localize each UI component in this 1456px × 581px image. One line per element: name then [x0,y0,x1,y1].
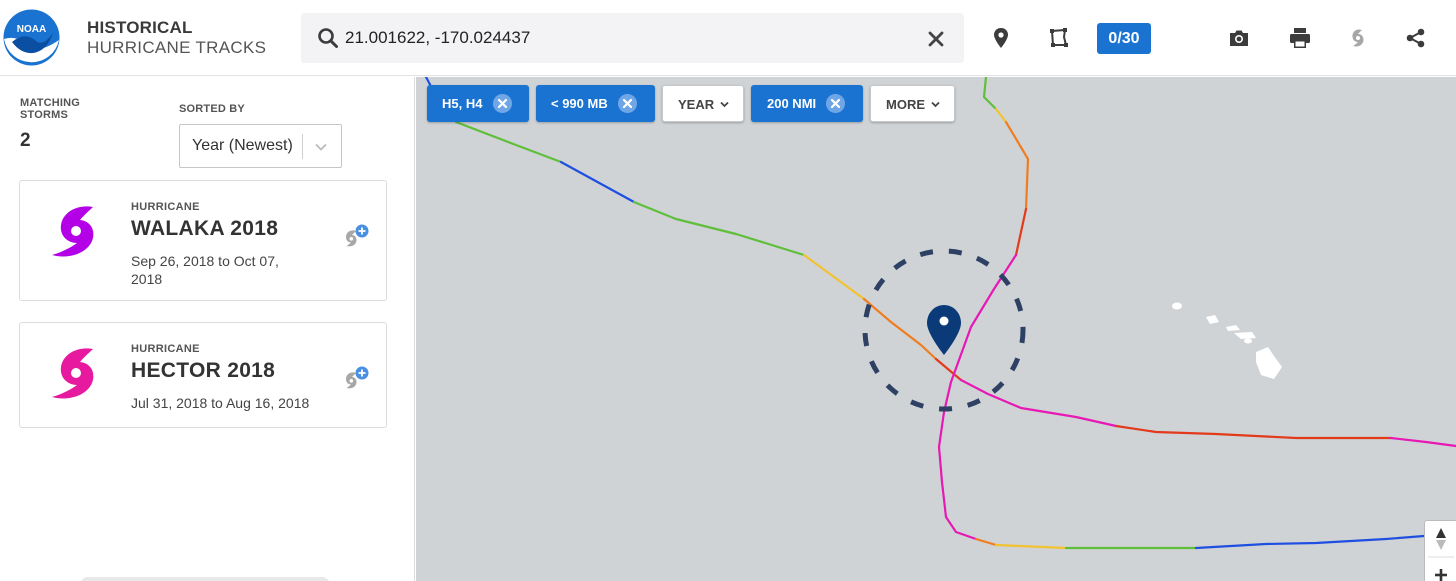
hurricane-icon [52,348,94,399]
storm-category: HURRICANE [131,201,200,213]
track-segment-h2 [862,297,938,361]
track-segment-h3 [1114,424,1393,440]
zoom-control[interactable] [1424,520,1456,581]
results-sidebar: MATCHING STORMS 2 SORTED BY Year (Newest… [0,77,415,581]
sort-select-divider [302,134,303,159]
storm-category: HURRICANE [131,343,200,355]
map-canvas[interactable] [416,77,1456,581]
matching-storms-count: 2 [20,130,31,151]
track-segment-h3 [1014,207,1028,257]
noaa-logo[interactable]: NOAA [3,9,60,66]
track-segment-ts [982,77,998,111]
search-bar [301,13,964,63]
filter-chip-more[interactable]: MORE [870,85,955,122]
track-segment-td [1194,534,1426,550]
hawaiian-islands [1172,302,1282,379]
close-icon[interactable] [925,28,947,50]
location-pin-icon[interactable] [989,26,1013,50]
add-storm-icon[interactable] [340,223,370,251]
track-segment-h4 [1389,436,1456,448]
filter-chip-category[interactable]: H5, H4 [427,85,529,122]
close-icon[interactable] [493,94,512,113]
share-icon[interactable] [1404,26,1428,50]
filter-chip-label: 200 NMI [767,96,817,111]
track-segment-h4 [937,253,1018,541]
track-segment-h1 [994,543,1068,550]
sort-select-value: Year (Newest) [192,137,293,154]
sidebar-footer-handle[interactable] [80,577,330,581]
print-icon[interactable] [1288,26,1312,50]
map-view[interactable]: H5, H4 < 990 MB YEAR 200 NMI MORE [416,77,1456,581]
filter-chip-label: < 990 MB [551,96,608,111]
compass-south-icon[interactable] [1436,540,1446,550]
storm-card-walaka[interactable]: HURRICANE WALAKA 2018 Sep 26, 2018 to Oc… [19,180,387,301]
storm-dates: Jul 31, 2018 to Aug 16, 2018 [131,395,310,411]
close-icon[interactable] [618,94,637,113]
sort-select[interactable]: Year (Newest) [179,124,342,168]
close-icon[interactable] [826,94,845,113]
track-segment-ts [632,200,806,257]
matching-storms-label: MATCHING STORMS [20,97,81,121]
hurricane-icon [52,206,94,257]
polygon-select-icon[interactable] [1047,26,1071,50]
storm-dates: Sep 26, 2018 to Oct 07, 2018 [131,253,279,287]
filter-chip-label: YEAR [678,97,715,112]
camera-icon[interactable] [1227,26,1251,50]
chevron-down-icon [315,143,327,151]
track-segment-h2 [1004,120,1030,211]
search-icon [318,28,338,48]
compass-zoom-icon [1428,528,1454,581]
filter-chip-radius[interactable]: 200 NMI [751,85,863,122]
app-header: NOAA HISTORICAL HURRICANE TRACKS 0/30 [0,0,1456,76]
walaka-track[interactable] [424,77,1456,448]
filter-chip-year[interactable]: YEAR [662,85,744,122]
filter-chip-pressure[interactable]: < 990 MB [536,85,655,122]
sorted-by-label: SORTED BY [179,103,245,115]
track-segment-td [559,160,636,204]
chevron-down-icon [931,101,940,108]
app-title-line2: HURRICANE TRACKS [87,38,267,57]
search-input[interactable] [345,21,905,55]
app-title: HISTORICAL HURRICANE TRACKS [87,18,266,58]
storm-name: HECTOR 2018 [131,359,276,382]
track-segment-h1 [802,253,866,301]
chevron-down-icon [720,101,729,108]
compass-north-icon[interactable] [1436,528,1446,538]
filter-chip-label: MORE [886,97,925,112]
hector-track[interactable] [937,77,1426,550]
filter-chip-label: H5, H4 [442,96,483,111]
storm-card-hector[interactable]: HURRICANE HECTOR 2018 Jul 31, 2018 to Au… [19,322,387,428]
add-storm-icon[interactable] [340,365,370,393]
app-title-line1: HISTORICAL [87,18,193,37]
track-segment-h2 [974,537,998,547]
storm-name: WALAKA 2018 [131,217,279,240]
track-segment-h4 [959,378,1118,428]
track-segment-h1 [994,107,1008,124]
location-pin-icon[interactable] [927,305,961,355]
logo-text: NOAA [17,24,46,35]
hurricane-icon[interactable] [1346,26,1370,50]
selection-counter-button[interactable]: 0/30 [1097,23,1151,54]
